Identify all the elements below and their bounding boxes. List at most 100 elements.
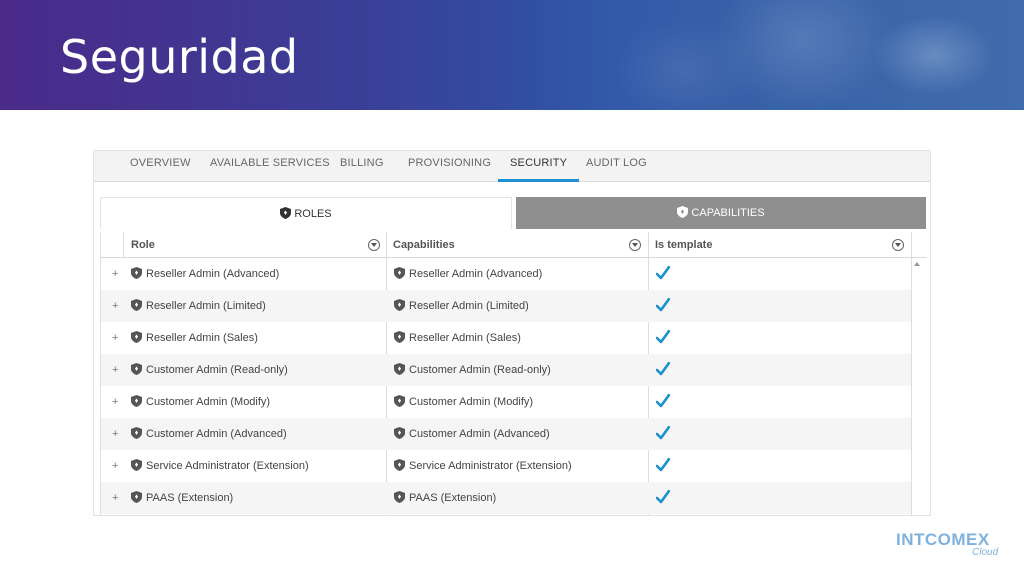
is-template-check: [655, 297, 671, 315]
is-template-check: [655, 393, 671, 411]
security-subtabs: ROLES CAPABILITIES: [100, 197, 926, 229]
banner-photo: [504, 0, 1024, 110]
table-header: Role Capabilities Is template: [101, 232, 927, 258]
role-name: Reseller Admin (Advanced): [146, 268, 280, 280]
shield-icon: [131, 395, 142, 407]
expand-row-button[interactable]: +: [112, 300, 118, 312]
subtab-roles-label: ROLES: [294, 208, 332, 220]
capability-cell: PAAS (Extension): [394, 482, 496, 514]
column-header-role[interactable]: Role: [131, 232, 155, 258]
table-row[interactable]: + Customer Admin (Advanced) Customer Admin…: [101, 418, 911, 450]
role-cell: Customer Admin (Read-only): [131, 354, 288, 386]
expand-row-button[interactable]: +: [112, 460, 118, 472]
capability-name: Reseller Admin (Sales): [409, 332, 521, 344]
shield-icon: [280, 207, 292, 219]
check-icon: [655, 457, 671, 472]
tab-overview[interactable]: OVERVIEW: [118, 151, 203, 182]
role-cell: Customer Admin (Advanced): [131, 418, 287, 450]
main-tabs: OVERVIEW AVAILABLE SERVICES BILLING PROV…: [94, 151, 930, 182]
column-header-capabilities[interactable]: Capabilities: [393, 232, 455, 258]
table-row[interactable]: + Service Administrator (Extension) Servic…: [101, 450, 911, 482]
subtab-capabilities-label: CAPABILITIES: [691, 207, 765, 219]
shield-icon: [131, 363, 142, 375]
table-row[interactable]: + Reseller Admin (Sales) Reseller Admin (S…: [101, 322, 911, 354]
subtab-roles[interactable]: ROLES: [100, 197, 512, 229]
is-template-check: [655, 489, 671, 507]
expand-row-button[interactable]: +: [112, 492, 118, 504]
capability-cell: Service Administrator (Extension): [394, 450, 572, 482]
shield-icon: [131, 491, 142, 503]
column-divider: [911, 232, 912, 515]
check-icon: [655, 361, 671, 376]
header-banner: Seguridad: [0, 0, 1024, 110]
tab-security[interactable]: SECURITY: [498, 151, 580, 182]
shield-icon: [131, 299, 142, 311]
shield-icon: [131, 459, 142, 471]
check-icon: [655, 393, 671, 408]
logo-sub-text: Cloud: [972, 547, 999, 558]
capability-cell: Customer Admin (Advanced): [394, 418, 550, 450]
filter-icon[interactable]: [368, 239, 380, 251]
expand-row-button[interactable]: +: [112, 364, 118, 376]
role-cell: PAAS (Extension): [131, 482, 233, 514]
shield-icon: [131, 267, 142, 279]
capability-cell: Customer Admin (Modify): [394, 386, 533, 418]
capability-name: Customer Admin (Read-only): [409, 364, 551, 376]
check-icon: [655, 329, 671, 344]
filter-icon[interactable]: [629, 239, 641, 251]
expand-row-button[interactable]: +: [112, 268, 118, 280]
shield-icon: [677, 206, 689, 218]
table-row[interactable]: + PAAS (Extension) PAAS (Extension): [101, 482, 911, 514]
table-row[interactable]: + Reseller Admin (Advanced) Reseller Admin…: [101, 258, 911, 290]
shield-icon: [394, 267, 405, 279]
role-cell: Reseller Admin (Limited): [131, 290, 266, 322]
capability-name: Reseller Admin (Advanced): [409, 268, 543, 280]
is-template-check: [655, 265, 671, 283]
role-name: Service Administrator (Extension): [146, 460, 309, 472]
role-name: Reseller Admin (Limited): [146, 300, 266, 312]
table-row[interactable]: + Customer Admin (Modify) Customer Admin (…: [101, 386, 911, 418]
role-cell: Reseller Admin (Sales): [131, 322, 258, 354]
scrollbar-up-arrow[interactable]: [914, 262, 920, 266]
role-name: Customer Admin (Read-only): [146, 364, 288, 376]
filter-icon[interactable]: [892, 239, 904, 251]
column-header-is-template[interactable]: Is template: [655, 232, 712, 258]
capability-name: Reseller Admin (Limited): [409, 300, 529, 312]
shield-icon: [394, 427, 405, 439]
is-template-check: [655, 457, 671, 475]
table-row[interactable]: + Customer Admin (Read-only) Customer Admi…: [101, 354, 911, 386]
role-name: Reseller Admin (Sales): [146, 332, 258, 344]
subtab-capabilities[interactable]: CAPABILITIES: [516, 197, 926, 229]
table-row[interactable]: + Reseller Admin (Limited) Reseller Admin …: [101, 290, 911, 322]
capability-name: Customer Admin (Advanced): [409, 428, 550, 440]
role-cell: Service Administrator (Extension): [131, 450, 309, 482]
role-name: Customer Admin (Modify): [146, 396, 271, 408]
expand-row-button[interactable]: +: [112, 332, 118, 344]
check-icon: [655, 425, 671, 440]
check-icon: [655, 297, 671, 312]
shield-icon: [394, 491, 405, 503]
expand-row-button[interactable]: +: [112, 428, 118, 440]
role-name: Customer Admin (Advanced): [146, 428, 287, 440]
role-cell: Reseller Admin (Advanced): [131, 258, 279, 290]
tab-billing[interactable]: BILLING: [328, 151, 396, 182]
intcomex-logo: INTCOMEX Cloud: [896, 530, 1006, 560]
expand-row-button[interactable]: +: [112, 396, 118, 408]
shield-icon: [131, 331, 142, 343]
check-icon: [655, 489, 671, 504]
shield-icon: [394, 299, 405, 311]
page-title: Seguridad: [60, 30, 299, 84]
capability-cell: Reseller Admin (Advanced): [394, 258, 542, 290]
tab-audit-log[interactable]: AUDIT LOG: [574, 151, 659, 182]
role-cell: Customer Admin (Modify): [131, 386, 270, 418]
capability-name: PAAS (Extension): [409, 492, 497, 504]
shield-icon: [394, 363, 405, 375]
tab-provisioning[interactable]: PROVISIONING: [396, 151, 503, 182]
table-body: + Reseller Admin (Advanced) Reseller Admin…: [101, 258, 911, 514]
column-divider: [123, 232, 124, 258]
shield-icon: [394, 331, 405, 343]
shield-icon: [131, 427, 142, 439]
shield-icon: [394, 459, 405, 471]
capability-cell: Reseller Admin (Sales): [394, 322, 521, 354]
tab-available-services[interactable]: AVAILABLE SERVICES: [198, 151, 342, 182]
